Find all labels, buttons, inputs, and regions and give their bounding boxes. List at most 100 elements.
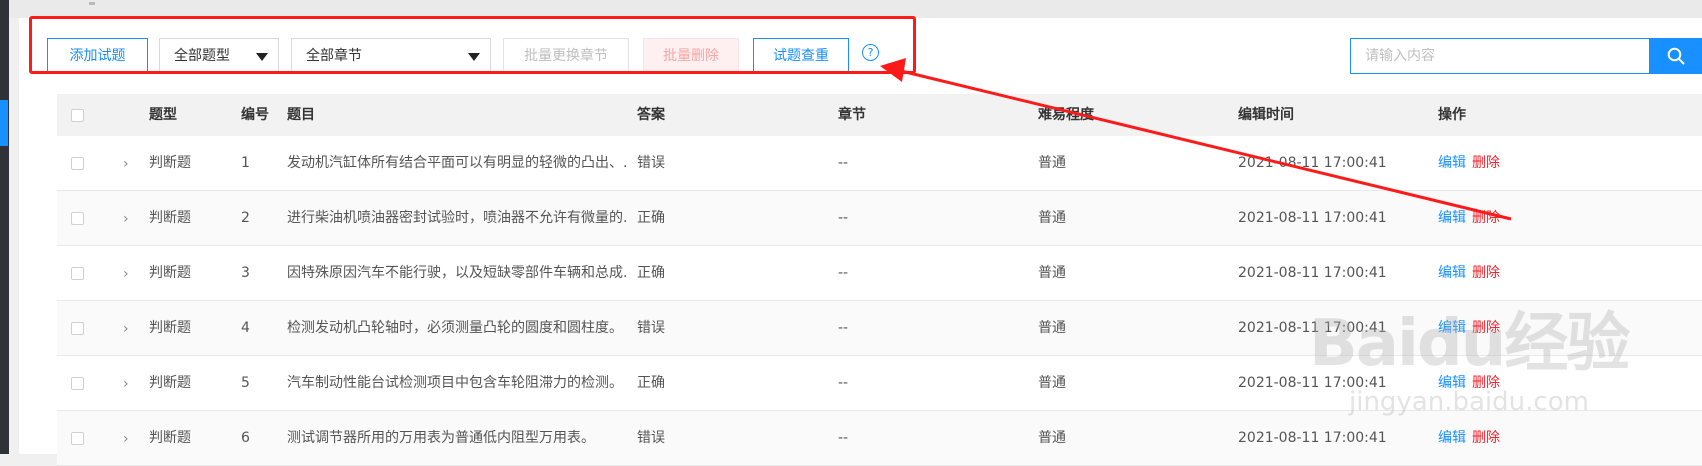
row-checkbox[interactable] xyxy=(71,322,84,335)
cell-edit-time: 2021-08-11 17:00:41 xyxy=(1238,210,1387,226)
select-all-checkbox[interactable] xyxy=(71,109,84,122)
cell-operations: 编辑 删除 xyxy=(1438,411,1500,466)
cell-operations: 编辑 删除 xyxy=(1438,301,1500,356)
cell-difficulty: 普通 xyxy=(1038,265,1066,281)
edit-link[interactable]: 编辑 xyxy=(1438,155,1466,171)
chapter-select[interactable]: 全部章节 xyxy=(291,38,491,74)
cell-answer: 错误 xyxy=(637,155,665,171)
delete-link[interactable]: 删除 xyxy=(1472,430,1500,446)
cell-difficulty: 普通 xyxy=(1038,375,1066,391)
row-checkbox[interactable] xyxy=(71,212,84,225)
row-checkbox[interactable] xyxy=(71,432,84,445)
edit-link[interactable]: 编辑 xyxy=(1438,430,1466,446)
search-button[interactable] xyxy=(1650,38,1702,74)
cell-difficulty: 普通 xyxy=(1038,430,1066,446)
cell-question: 发动机汽缸体所有结合平面可以有明显的轻微的凸出、... xyxy=(287,155,627,171)
add-question-button[interactable]: 添加试题 xyxy=(47,38,148,74)
cell-answer: 错误 xyxy=(637,430,665,446)
toolbar: 添加试题 全部题型 全部章节 批量更换章节 批量删除 试题查重 ? xyxy=(19,18,1702,94)
header-number: 编号 xyxy=(241,107,269,123)
delete-link[interactable]: 删除 xyxy=(1472,155,1500,171)
row-checkbox[interactable] xyxy=(71,377,84,390)
cell-edit-time: 2021-08-11 17:00:41 xyxy=(1238,265,1387,281)
cell-number: 1 xyxy=(241,155,250,171)
batch-change-chapter-button[interactable]: 批量更换章节 xyxy=(503,38,629,74)
expand-chevron-icon[interactable]: › xyxy=(123,322,133,336)
cell-operations: 编辑 删除 xyxy=(1438,136,1500,191)
cell-number: 3 xyxy=(241,265,250,281)
caret-down-icon xyxy=(256,53,268,61)
cell-operations: 编辑 删除 xyxy=(1438,246,1500,301)
table-row: › 判断题 4 检测发动机凸轮轴时，必须测量凸轮的圆度和圆柱度。 错误 -- 普… xyxy=(57,301,1702,356)
sidebar-active-indicator xyxy=(0,100,8,146)
cell-edit-time: 2021-08-11 17:00:41 xyxy=(1238,375,1387,391)
expand-chevron-icon[interactable]: › xyxy=(123,432,133,446)
batch-delete-button[interactable]: 批量删除 xyxy=(643,38,739,74)
cell-question: 测试调节器所用的万用表为普通低内阻型万用表。 xyxy=(287,430,595,446)
expand-chevron-icon[interactable]: › xyxy=(123,212,133,226)
main-area: 添加试题 全部题型 全部章节 批量更换章节 批量删除 试题查重 ? 请输入内容 … xyxy=(9,0,1702,466)
cell-answer: 错误 xyxy=(637,320,665,336)
edit-link[interactable]: 编辑 xyxy=(1438,320,1466,336)
row-checkbox[interactable] xyxy=(71,157,84,170)
table-row: › 判断题 1 发动机汽缸体所有结合平面可以有明显的轻微的凸出、... 错误 -… xyxy=(57,136,1702,191)
cell-number: 2 xyxy=(241,210,250,226)
delete-link[interactable]: 删除 xyxy=(1472,320,1500,336)
table-row: › 判断题 5 汽车制动性能台试检测项目中包含车轮阻滞力的检测。 正确 -- 普… xyxy=(57,356,1702,411)
edit-link[interactable]: 编辑 xyxy=(1438,265,1466,281)
question-type-select[interactable]: 全部题型 xyxy=(159,38,279,74)
header-type: 题型 xyxy=(149,107,177,123)
table-row: › 判断题 2 进行柴油机喷油器密封试验时，喷油器不允许有微量的... 正确 -… xyxy=(57,191,1702,246)
cell-type: 判断题 xyxy=(149,375,191,391)
cell-edit-time: 2021-08-11 17:00:41 xyxy=(1238,155,1387,171)
help-icon[interactable]: ? xyxy=(862,44,879,61)
table-row: › 判断题 3 因特殊原因汽车不能行驶，以及短缺零部件车辆和总成... 正确 -… xyxy=(57,246,1702,301)
table-row: › 判断题 6 测试调节器所用的万用表为普通低内阻型万用表。 错误 -- 普通 … xyxy=(57,411,1702,466)
cell-difficulty: 普通 xyxy=(1038,155,1066,171)
cell-chapter: -- xyxy=(838,430,849,446)
cell-answer: 正确 xyxy=(637,375,665,391)
cell-chapter: -- xyxy=(838,320,849,336)
cell-type: 判断题 xyxy=(149,320,191,336)
cell-number: 5 xyxy=(241,375,250,391)
cell-type: 判断题 xyxy=(149,210,191,226)
delete-link[interactable]: 删除 xyxy=(1472,210,1500,226)
cell-edit-time: 2021-08-11 17:00:41 xyxy=(1238,430,1387,446)
cell-chapter: -- xyxy=(838,155,849,171)
cell-chapter: -- xyxy=(838,375,849,391)
caret-down-icon xyxy=(468,53,480,61)
chapter-select-value: 全部章节 xyxy=(306,48,362,64)
expand-chevron-icon[interactable]: › xyxy=(123,377,133,391)
cell-edit-time: 2021-08-11 17:00:41 xyxy=(1238,320,1387,336)
cell-question: 进行柴油机喷油器密封试验时，喷油器不允许有微量的... xyxy=(287,210,627,226)
header-answer: 答案 xyxy=(637,107,665,123)
question-type-select-value: 全部题型 xyxy=(174,48,230,64)
header-chapter: 章节 xyxy=(838,107,866,123)
expand-chevron-icon[interactable]: › xyxy=(123,157,133,171)
cell-type: 判断题 xyxy=(149,265,191,281)
question-dedupe-button[interactable]: 试题查重 xyxy=(753,38,849,74)
cell-number: 4 xyxy=(241,320,250,336)
expand-chevron-icon[interactable]: › xyxy=(123,267,133,281)
edit-link[interactable]: 编辑 xyxy=(1438,210,1466,226)
cell-answer: 正确 xyxy=(637,210,665,226)
cell-operations: 编辑 删除 xyxy=(1438,191,1500,246)
edit-link[interactable]: 编辑 xyxy=(1438,375,1466,391)
cell-difficulty: 普通 xyxy=(1038,210,1066,226)
cell-answer: 正确 xyxy=(637,265,665,281)
row-checkbox[interactable] xyxy=(71,267,84,280)
cell-type: 判断题 xyxy=(149,155,191,171)
delete-link[interactable]: 删除 xyxy=(1472,375,1500,391)
delete-link[interactable]: 删除 xyxy=(1472,265,1500,281)
header-edit-time: 编辑时间 xyxy=(1238,107,1294,123)
content-panel: 添加试题 全部题型 全部章节 批量更换章节 批量删除 试题查重 ? 请输入内容 … xyxy=(19,18,1702,466)
cell-question: 因特殊原因汽车不能行驶，以及短缺零部件车辆和总成... xyxy=(287,265,627,281)
header-question: 题目 xyxy=(287,107,315,123)
cell-type: 判断题 xyxy=(149,430,191,446)
search-bar xyxy=(1350,38,1702,74)
cell-difficulty: 普通 xyxy=(1038,320,1066,336)
cell-number: 6 xyxy=(241,430,250,446)
cell-operations: 编辑 删除 xyxy=(1438,356,1500,411)
search-input[interactable] xyxy=(1350,38,1650,74)
table-header: 题型 编号 题目 答案 章节 难易程度 编辑时间 操作 xyxy=(57,94,1702,136)
